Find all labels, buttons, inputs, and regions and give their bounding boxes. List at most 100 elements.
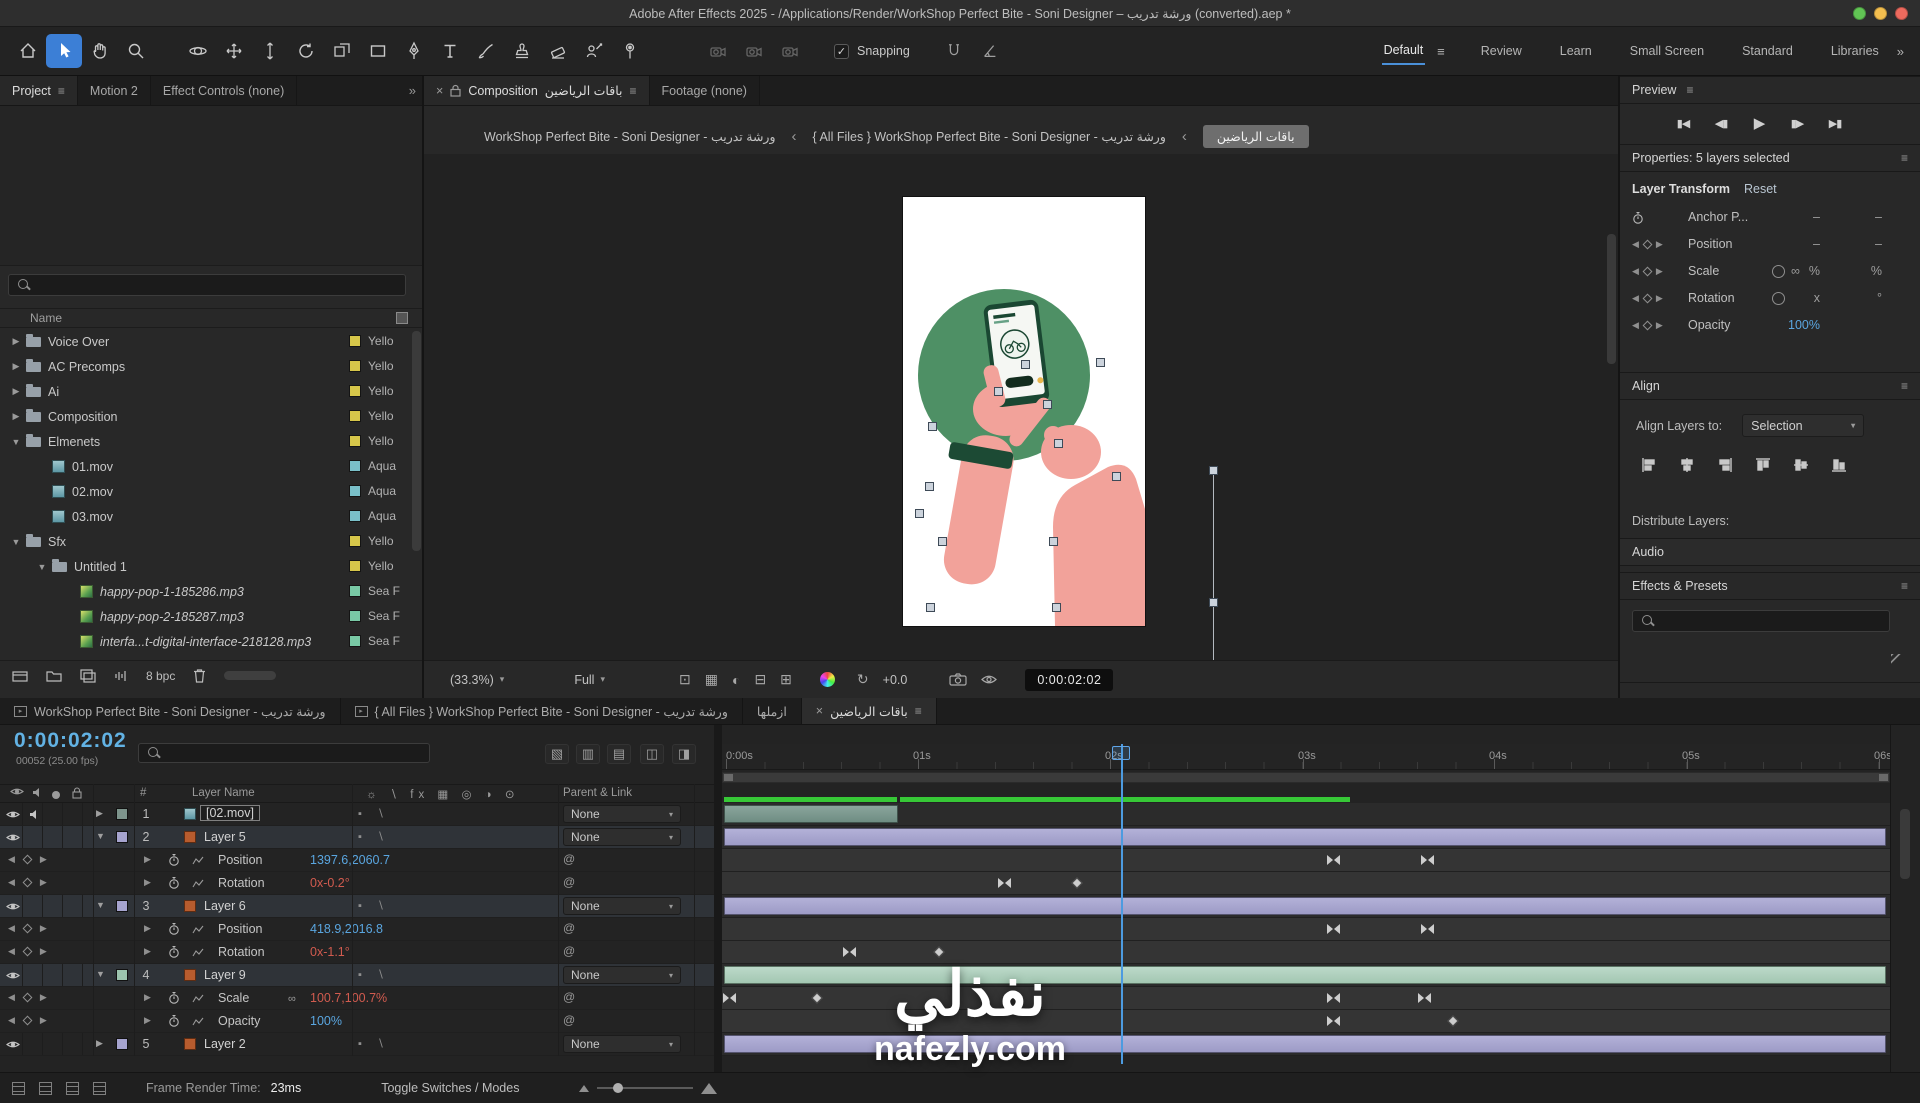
prev-keyframe-icon[interactable]: ◀ (1632, 320, 1639, 331)
pick-whip-icon[interactable]: @ (563, 875, 575, 889)
rotation-revolutions-value[interactable]: x (1770, 291, 1820, 305)
properties-panel-header[interactable]: Properties: 5 layers selected ≡ (1620, 144, 1920, 172)
twisty-icon[interactable]: ▼ (34, 562, 50, 572)
track-layer2[interactable] (722, 1033, 1890, 1056)
next-frame-button[interactable]: ▮▶ (1780, 111, 1814, 135)
resolution-dropdown[interactable]: Full▾ (574, 673, 605, 687)
show-snapshot-icon[interactable] (981, 673, 997, 686)
label-swatch[interactable] (349, 635, 361, 647)
eraser-tool[interactable] (540, 34, 576, 68)
first-frame-button[interactable]: ▮◀ (1666, 111, 1700, 135)
layer-twisty-icon[interactable]: ▶ (96, 1038, 103, 1049)
layer-lock-toggle[interactable] (64, 964, 83, 986)
layer-duration-bar[interactable] (724, 805, 898, 823)
layer-switches[interactable]: ▪ ∖ (358, 807, 390, 820)
timeline-search-input[interactable] (167, 746, 421, 760)
project-search-input[interactable] (37, 278, 397, 292)
layer-handle[interactable] (1112, 472, 1121, 481)
layer-solo-toggle[interactable] (44, 895, 63, 917)
tab-motion-2[interactable]: Motion 2 (78, 76, 151, 105)
ease-keyframe-icon[interactable] (998, 878, 1011, 889)
layer-audio-toggle[interactable] (24, 826, 43, 848)
current-time-indicator-handle[interactable] (1112, 746, 1130, 760)
effects-search[interactable] (1632, 610, 1890, 632)
property-value[interactable]: 1397.6,2060.7 (310, 853, 390, 867)
selection-handle[interactable] (1209, 598, 1218, 607)
thumbnail-size-slider[interactable] (224, 671, 276, 680)
twisty-icon[interactable]: ▶ (8, 336, 24, 347)
project-item-sfx[interactable]: ▼SfxYello (0, 529, 412, 554)
dolly-camera-tool[interactable] (252, 34, 288, 68)
layer-lock-toggle[interactable] (64, 895, 83, 917)
play-button[interactable]: ▶ (1742, 111, 1776, 135)
panel-menu-icon[interactable]: ≡ (1901, 379, 1908, 393)
next-keyframe-icon[interactable]: ▶ (1656, 293, 1663, 304)
snap-angle-icon[interactable] (972, 34, 1008, 68)
prev-keyframe-icon[interactable]: ◀ (8, 877, 15, 888)
layer-twisty-icon[interactable]: ▶ (96, 808, 103, 819)
parent-dropdown[interactable]: None▾ (563, 966, 681, 984)
layer-visibility-toggle[interactable] (4, 1033, 23, 1055)
layer-duration-bar[interactable] (724, 966, 1886, 984)
twisty-icon[interactable]: ▼ (8, 537, 24, 547)
property-name[interactable]: Position (218, 922, 262, 936)
layer-switches[interactable]: ▪ ∖ (358, 899, 390, 912)
layer-color-swatch[interactable] (116, 1038, 128, 1050)
anchor-x-value[interactable]: – (1770, 210, 1820, 224)
property-row-l5-rotation[interactable]: ◀▶ ▶ Rotation 0x-0.2° @ (0, 872, 714, 895)
stopwatch-icon[interactable] (168, 991, 180, 1004)
clone-stamp-tool[interactable] (504, 34, 540, 68)
hide-shy-layers-icon[interactable]: ▤ (607, 744, 631, 764)
track-layer9[interactable] (722, 964, 1890, 987)
tab-close-icon[interactable]: × (436, 84, 443, 98)
align-left-button[interactable] (1636, 454, 1662, 476)
workspace-libraries[interactable]: Libraries (1829, 38, 1881, 64)
project-item-voice-over[interactable]: ▶Voice OverYello (0, 329, 412, 354)
next-keyframe-icon[interactable]: ▶ (1656, 320, 1663, 331)
project-item-03-mov[interactable]: 03.movAqua (0, 504, 412, 529)
label-swatch[interactable] (349, 360, 361, 372)
stopwatch-icon[interactable] (168, 876, 180, 889)
layer-handle[interactable] (1054, 439, 1063, 448)
layer-name[interactable]: Layer 9 (204, 968, 246, 982)
layer-duration-bar[interactable] (724, 897, 1886, 915)
graph-icon[interactable] (192, 1017, 204, 1026)
add-keyframe-icon[interactable] (1642, 320, 1652, 330)
ease-keyframe-icon[interactable] (1421, 924, 1434, 935)
project-item-ai[interactable]: ▶AiYello (0, 379, 412, 404)
stopwatch-icon[interactable] (168, 853, 180, 866)
reset-button[interactable]: Reset (1744, 182, 1777, 196)
layer-visibility-toggle[interactable] (4, 826, 23, 848)
workspace-menu-icon[interactable]: ≡ (1437, 44, 1445, 59)
expand-parent-icon[interactable] (93, 1082, 106, 1095)
roto-brush-tool[interactable] (576, 34, 612, 68)
prev-keyframe-icon[interactable]: ◀ (1632, 266, 1639, 277)
track-l5-rotation[interactable] (722, 872, 1890, 895)
home-tool[interactable] (10, 34, 46, 68)
stopwatch-icon[interactable] (1632, 211, 1644, 224)
property-twisty-icon[interactable]: ▶ (144, 1015, 151, 1026)
keyframe-icon[interactable] (1447, 1015, 1458, 1026)
layer-name-column[interactable]: Layer Name (192, 787, 255, 799)
property-row-l9-opacity[interactable]: ◀▶ ▶ Opacity 100% @ (0, 1010, 714, 1033)
layer-visibility-toggle[interactable] (4, 803, 23, 825)
layer-switches[interactable]: ▪ ∖ (358, 968, 390, 981)
parent-dropdown[interactable]: None▾ (563, 1035, 681, 1053)
add-keyframe-icon[interactable] (1642, 266, 1652, 276)
prev-keyframe-icon[interactable]: ◀ (1632, 239, 1639, 250)
label-swatch[interactable] (349, 560, 361, 572)
label-swatch[interactable] (349, 585, 361, 597)
layer-audio-toggle[interactable] (24, 895, 43, 917)
project-item-happy-pop-1[interactable]: happy-pop-1-185286.mp3Sea F (0, 579, 412, 604)
work-area-start-handle[interactable] (724, 774, 733, 781)
layer-duration-bar[interactable] (724, 828, 1886, 846)
stopwatch-icon[interactable] (168, 1014, 180, 1027)
effects-presets-header[interactable]: Effects & Presets ≡ (1620, 572, 1920, 600)
snap-to-features-icon[interactable] (936, 34, 972, 68)
add-keyframe-icon[interactable] (1642, 293, 1652, 303)
align-vertical-center-button[interactable] (1788, 454, 1814, 476)
pen-tool[interactable] (396, 34, 432, 68)
tab-close-icon[interactable]: × (816, 704, 823, 718)
add-keyframe-icon[interactable] (22, 947, 32, 957)
label-swatch[interactable] (349, 435, 361, 447)
